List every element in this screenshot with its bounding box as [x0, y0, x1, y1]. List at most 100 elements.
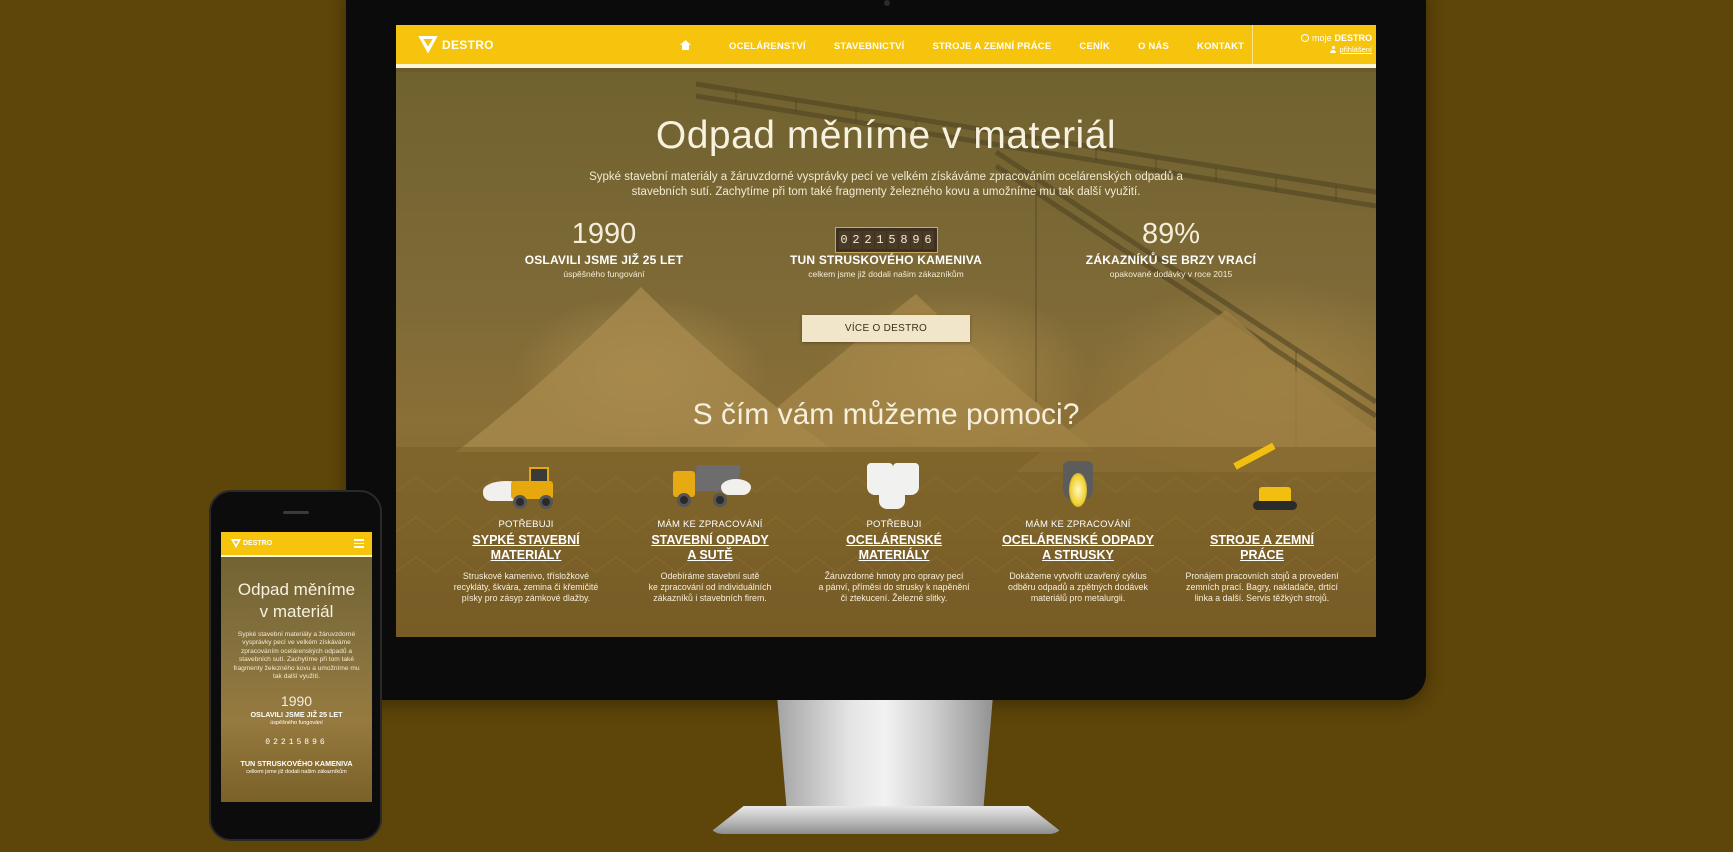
- service-construction-waste[interactable]: MÁM KE ZPRACOVÁNÍ STAVEBNÍ ODPADY A SUTĚ …: [622, 457, 798, 604]
- mobile-stat-tons-label: TUN STRUSKOVÉHO KAMENIVA: [240, 759, 353, 769]
- service-text-line: Žáruvzdorné hmoty pro opravy pecí: [824, 571, 964, 581]
- nav-item-machines[interactable]: STROJE A ZEMNÍ PRÁCE: [933, 41, 1052, 52]
- big-bag: [879, 477, 905, 509]
- dust-cloud: [721, 479, 751, 495]
- services-list: POTŘEBUJI SYPKÉ STAVEBNÍ MATERIÁLY Strusk…: [438, 442, 1350, 604]
- mobile-stat-tons: 02215896 TUN STRUSKOVÉHO KAMENIVA celkem…: [221, 738, 372, 775]
- service-name[interactable]: SYPKÉ STAVEBNÍ MATERIÁLY: [438, 533, 614, 563]
- stat-returning: 89% ZÁKAZNÍKŮ SE BRZY VRACÍ opakované do…: [1056, 217, 1286, 279]
- service-text: Pronájem pracovních stojů a provedení zem…: [1174, 571, 1350, 604]
- truck-wheel: [677, 493, 691, 507]
- mobile-title-line: v materiál: [259, 602, 334, 621]
- phone-speaker: [283, 511, 309, 514]
- service-name-line: A SUTĚ: [687, 548, 733, 562]
- stat-founded-value: 1990: [571, 218, 637, 250]
- login-link[interactable]: přihlášení: [1260, 45, 1372, 54]
- counter-digit: 8: [898, 231, 910, 249]
- stat-founded: 1990 OSLAVILI JSME JIŽ 25 LET úspěšného …: [489, 217, 719, 279]
- counter-digit: 6: [922, 231, 934, 249]
- mobile-title-line: Odpad měníme: [237, 580, 356, 599]
- service-steel-waste[interactable]: MÁM KE ZPRACOVÁNÍ OCELÁRENSKÉ ODPADY A ST…: [990, 457, 1166, 604]
- mobile-stat-founded-value: 1990: [280, 693, 313, 710]
- stat-tons: 02215896 TUN STRUSKOVÉHO KAMENIVA celkem…: [771, 217, 1001, 279]
- mobile-navigation: DESTRO: [221, 532, 372, 557]
- service-text-line: linka a další. Servis těžkých strojů.: [1194, 593, 1330, 603]
- destro-logo-icon: [231, 539, 241, 548]
- moje-prefix: moje: [1311, 33, 1332, 43]
- service-text: Dokážeme vytvořit uzavřený cyklus odběru …: [990, 571, 1166, 604]
- service-text-line: Odebíráme stavební sutě: [660, 571, 760, 581]
- mobile-screen: DESTRO Odpad měníme v materiál Sypké stav…: [221, 532, 372, 802]
- service-text-line: materiálů pro metalurgii.: [1030, 593, 1126, 603]
- counter-digit: 0: [838, 231, 850, 249]
- service-pre: MÁM KE ZPRACOVÁNÍ: [657, 519, 763, 530]
- nav-item-construction[interactable]: STAVEBNICTVÍ: [834, 41, 905, 52]
- service-pre: POTŘEBUJI: [498, 519, 554, 530]
- service-name[interactable]: STAVEBNÍ ODPADY A SUTĚ: [622, 533, 798, 563]
- loader-cab: [529, 467, 549, 483]
- service-text-line: a pánví, příměsi do strusky k napěnění: [818, 582, 970, 592]
- counter-digit: 5: [886, 231, 898, 249]
- truck-wheel: [713, 493, 727, 507]
- hero-section: Odpad měníme v materiál Sypké stavební m…: [396, 72, 1376, 637]
- hero-title: Odpad měníme v materiál: [655, 114, 1117, 157]
- nav-item-steel[interactable]: OCELÁRENSTVÍ: [729, 41, 806, 52]
- counter-digit: 1: [874, 231, 886, 249]
- service-bulk-materials[interactable]: POTŘEBUJI SYPKÉ STAVEBNÍ MATERIÁLY Strusk…: [438, 457, 614, 604]
- service-name-line: STAVEBNÍ ODPADY: [651, 533, 769, 547]
- mobile-logo[interactable]: DESTRO: [231, 539, 272, 548]
- loader-wheel: [513, 495, 527, 509]
- service-pre: POTŘEBUJI: [866, 519, 922, 530]
- service-name[interactable]: OCELÁRENSKÉ ODPADY A STRUSKY: [990, 533, 1166, 563]
- nav-item-pricing[interactable]: CENÍK: [1079, 41, 1110, 52]
- counter-digit: 2: [850, 231, 862, 249]
- service-pre: MÁM KE ZPRACOVÁNÍ: [1025, 519, 1131, 530]
- more-about-button[interactable]: VÍCE O DESTRO: [802, 315, 970, 342]
- service-text-line: písky pro zásyp zámkové dlažby.: [461, 593, 591, 603]
- stat-returning-label: ZÁKAZNÍKŮ SE BRZY VRACÍ: [1085, 253, 1257, 267]
- service-text-line: zemních prací. Bagry, nakladače, drtící: [1186, 582, 1338, 592]
- service-name-line: MATERIÁLY: [858, 548, 930, 562]
- mobile-phone: DESTRO Odpad měníme v materiál Sypké stav…: [209, 490, 382, 841]
- nav-item-contact[interactable]: KONTAKT: [1197, 41, 1244, 52]
- service-name-line: A STRUSKY: [1042, 548, 1114, 562]
- counter-digit: 9: [910, 231, 922, 249]
- hamburger-menu-icon[interactable]: [354, 539, 364, 548]
- moje-brand: DESTRO: [1334, 33, 1372, 43]
- service-name-line: OCELÁRENSKÉ ODPADY: [1002, 533, 1154, 547]
- mobile-hero-title: Odpad měníme v materiál: [221, 579, 372, 623]
- mobile-stat-founded-desc: úspěšného fungování: [270, 720, 323, 727]
- desktop-monitor: Odpad měníme v materiál Sypké stavební m…: [346, 0, 1426, 700]
- nav-item-about[interactable]: O NÁS: [1138, 41, 1169, 52]
- service-name[interactable]: OCELÁRENSKÉ MATERIÁLY: [806, 533, 982, 563]
- mobile-tons-counter: 02215896: [265, 738, 328, 748]
- service-name-line: OCELÁRENSKÉ: [846, 533, 942, 547]
- desktop-screen: Odpad měníme v materiál Sypké stavební m…: [396, 25, 1376, 637]
- service-pre: [1174, 519, 1350, 531]
- service-text-line: recykláty, škvára, zemina či křemičité: [453, 582, 599, 592]
- service-text-line: Dokážeme vytvořit uzavřený cyklus: [1009, 571, 1147, 581]
- service-text: Žáruvzdorné hmoty pro opravy pecí a pánví…: [806, 571, 982, 604]
- service-steel-materials[interactable]: POTŘEBUJI OCELÁRENSKÉ MATERIÁLY Žáruvzdor…: [806, 457, 982, 604]
- service-text-line: ke zpracování od individuálních: [648, 582, 772, 592]
- logo-text: DESTRO: [442, 37, 494, 52]
- stat-returning-desc: opakované dodávky v roce 2015: [1109, 269, 1233, 279]
- molten-glow: [1069, 473, 1087, 507]
- stat-tons-desc: celkem jsme již dodali našim zákazníkům: [808, 269, 964, 279]
- help-title: S čím vám můžeme pomoci?: [692, 398, 1080, 431]
- moje-destro-link[interactable]: moje DESTRO: [1260, 33, 1372, 43]
- mobile-stat-tons-desc: celkem jsme již dodali našim zákazníkům: [246, 769, 347, 776]
- moje-destro-icon: [1300, 34, 1309, 42]
- service-name[interactable]: STROJE A ZEMNÍ PRÁCE: [1174, 533, 1350, 563]
- stat-tons-counter-wrap: 02215896: [771, 217, 1001, 253]
- nav-home[interactable]: [680, 40, 701, 53]
- mobile-logo-text: DESTRO: [243, 540, 273, 547]
- excavator-icon: [1217, 442, 1307, 515]
- hero-subtitle: Sypké stavební materiály a žáruvzdorné v…: [589, 171, 1183, 198]
- service-machines[interactable]: STROJE A ZEMNÍ PRÁCE Pronájem pracovních …: [1174, 442, 1350, 604]
- monitor-stand-base: [708, 806, 1064, 834]
- service-name-line: PRÁCE: [1240, 548, 1284, 562]
- login-label: přihlášení: [1339, 45, 1372, 54]
- site-logo[interactable]: DESTRO: [396, 36, 494, 54]
- mobile-hero-subtitle: Sypké stavební materiály a žáruvzdorné v…: [233, 631, 360, 681]
